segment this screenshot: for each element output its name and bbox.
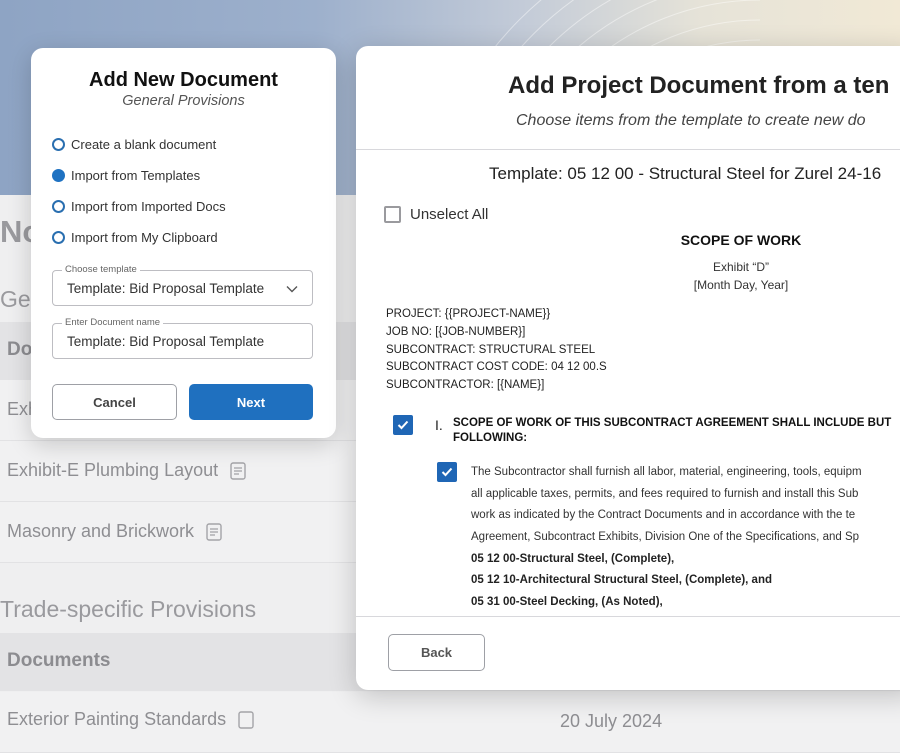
chevron-down-icon[interactable] bbox=[285, 282, 299, 296]
choose-template-select[interactable]: Choose template Template: Bid Proposal T… bbox=[52, 264, 313, 306]
modal-subtitle: General Provisions bbox=[122, 93, 245, 109]
checkbox[interactable] bbox=[384, 206, 401, 223]
unselect-all-label: Unselect All bbox=[410, 206, 489, 223]
back-button[interactable]: Back bbox=[388, 634, 485, 671]
option-label: Import from My Clipboard bbox=[71, 230, 218, 245]
option-blank-document[interactable]: Create a blank document bbox=[52, 137, 216, 152]
next-button[interactable]: Next bbox=[189, 384, 313, 420]
option-import-imported-docs[interactable]: Import from Imported Docs bbox=[52, 199, 226, 214]
option-label: Import from Templates bbox=[71, 168, 201, 183]
section-heading: SCOPE OF WORK OF THIS SUBCONTRACT AGREEM… bbox=[453, 416, 891, 446]
cancel-button[interactable]: Cancel bbox=[52, 384, 177, 420]
divider bbox=[356, 149, 900, 150]
section-number: I. bbox=[435, 417, 443, 433]
modal-subtitle: Choose items from the template to create… bbox=[516, 112, 866, 129]
option-label: Import from Imported Docs bbox=[71, 199, 226, 214]
field-label: Enter Document name bbox=[62, 317, 164, 328]
table-header-label: Documents bbox=[7, 650, 111, 671]
table-header-label: Do bbox=[7, 339, 33, 360]
modal-title: Add New Document bbox=[89, 69, 278, 91]
row-label: Masonry and Brickwork bbox=[7, 521, 195, 541]
spec-line: 05 31 00-Steel Decking, (As Noted), bbox=[471, 596, 663, 608]
option-import-templates[interactable]: Import from Templates bbox=[52, 168, 200, 183]
template-name: Template: 05 12 00 - Structural Steel fo… bbox=[489, 164, 882, 183]
unselect-all-checkbox[interactable]: Unselect All bbox=[384, 206, 488, 223]
table-row[interactable]: Exterior Painting Standards bbox=[0, 692, 900, 753]
option-import-clipboard[interactable]: Import from My Clipboard bbox=[52, 230, 218, 245]
add-new-document-modal: Add New Document General Provisions Crea… bbox=[31, 48, 336, 438]
field-label: Choose template bbox=[62, 264, 140, 275]
row-label: Exhibit-E Plumbing Layout bbox=[7, 460, 219, 480]
radio-button[interactable] bbox=[52, 231, 65, 244]
checkmark-icon bbox=[441, 467, 453, 477]
document-icon bbox=[230, 461, 246, 480]
paragraph-line: work as indicated by the Contract Docume… bbox=[471, 509, 856, 521]
field-value: Template: Bid Proposal Template bbox=[67, 334, 265, 349]
meta-subcontractor: SUBCONTRACTOR: [{NAME}] bbox=[386, 379, 545, 391]
section-heading-line: SCOPE OF WORK OF THIS SUBCONTRACT AGREEM… bbox=[453, 417, 892, 429]
section-heading-line: FOLLOWING: bbox=[453, 432, 528, 444]
paragraph-line: all applicable taxes, permits, and fees … bbox=[471, 488, 859, 500]
paragraph-checkbox[interactable] bbox=[437, 462, 457, 482]
option-label: Create a blank document bbox=[71, 137, 217, 152]
exhibit-label: Exhibit “D” bbox=[712, 260, 769, 274]
template-document-modal: Add Project Document from a ten Choose i… bbox=[356, 46, 900, 690]
section-title-general: Ge bbox=[0, 286, 31, 312]
divider bbox=[356, 616, 900, 617]
radio-button[interactable] bbox=[52, 138, 65, 151]
section-checkbox[interactable] bbox=[393, 415, 413, 435]
meta-subcontract: SUBCONTRACT: STRUCTURAL STEEL bbox=[386, 344, 596, 356]
radio-button[interactable] bbox=[52, 200, 65, 213]
modal-title: Add Project Document from a ten bbox=[508, 72, 890, 99]
document-name-input[interactable]: Enter Document name Template: Bid Propos… bbox=[52, 317, 313, 359]
meta-cost-code: SUBCONTRACT COST CODE: 04 12 00.S bbox=[386, 361, 607, 373]
row-date: 20 July 2024 bbox=[560, 711, 663, 731]
document-heading: SCOPE OF WORK bbox=[680, 232, 802, 248]
meta-project: PROJECT: {{PROJECT-NAME}} bbox=[386, 308, 551, 320]
checkmark-icon bbox=[397, 420, 409, 430]
date-placeholder: [Month Day, Year] bbox=[693, 278, 789, 292]
paragraph-line: Agreement, Subcontract Exhibits, Divisio… bbox=[471, 531, 860, 543]
field-value: Template: Bid Proposal Template bbox=[67, 281, 265, 296]
paragraph-line: The Subcontractor shall furnish all labo… bbox=[471, 466, 862, 478]
spec-line: 05 12 00-Structural Steel, (Complete), bbox=[471, 553, 675, 565]
spec-line: 05 12 10-Architectural Structural Steel,… bbox=[471, 574, 773, 586]
meta-job-no: JOB NO: [{JOB-NUMBER}] bbox=[386, 326, 526, 338]
radio-button-selected[interactable] bbox=[52, 169, 65, 182]
document-icon bbox=[206, 522, 222, 541]
section-title-trade: Trade-specific Provisions bbox=[0, 596, 257, 622]
